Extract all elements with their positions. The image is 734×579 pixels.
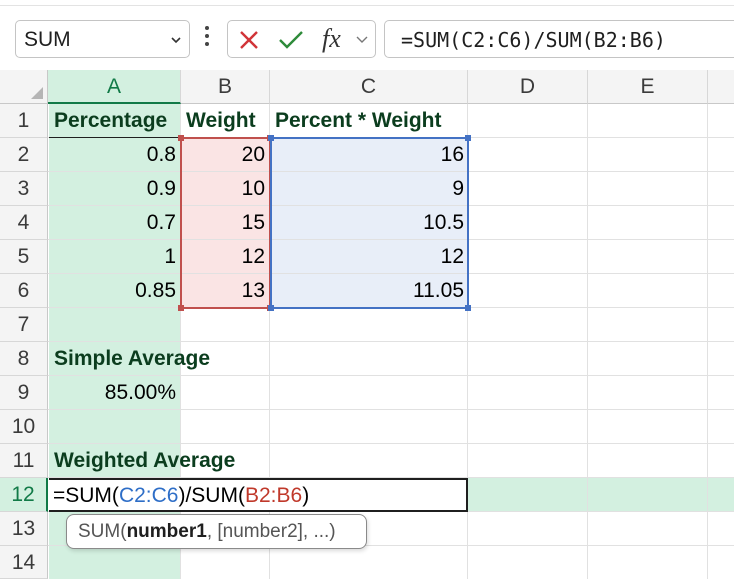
row-header-1[interactable]: 1 [0,104,48,138]
cancel-icon[interactable] [238,29,260,51]
row-header-8[interactable]: 8 [0,342,48,376]
column-header-b[interactable]: B [181,70,270,104]
enter-check-icon[interactable] [278,29,304,51]
row-header-10[interactable]: 10 [0,410,48,444]
chevron-down-icon[interactable] [171,35,181,45]
select-all-corner[interactable] [0,70,48,104]
cell-b1[interactable]: Weight [186,104,268,138]
formula-input[interactable]: =SUM(C2:C6)/SUM(B2:B6) [384,20,734,58]
name-box[interactable]: SUM [15,20,190,58]
row-header-12[interactable]: 12 [0,478,48,512]
cell-a5[interactable]: 1 [49,240,176,274]
active-cell-a12[interactable]: =SUM(C2:C6)/SUM(B2:B6) [49,478,468,512]
range-handle-c-bl[interactable] [268,305,274,311]
row12-selection-fill [468,478,734,512]
more-options-icon[interactable] [204,26,210,50]
row-header-5[interactable]: 5 [0,240,48,274]
insert-function-icon[interactable]: fx [322,24,341,54]
column-header-f[interactable] [708,70,734,104]
row-header-9[interactable]: 9 [0,376,48,410]
range-highlight-b2-b6 [180,137,271,309]
cell-a1[interactable]: Percentage [54,104,178,138]
column-header-e[interactable]: E [588,70,708,104]
cell-a9[interactable]: 85.00% [49,376,176,410]
row-header-7[interactable]: 7 [0,308,48,342]
cell-a11[interactable]: Weighted Average [54,444,235,478]
column-header-a[interactable]: A [48,70,181,104]
row-header-2[interactable]: 2 [0,138,48,172]
row-header-4[interactable]: 4 [0,206,48,240]
range-handle-b-tl[interactable] [178,135,184,141]
chevron-down-icon[interactable] [356,35,368,45]
row-header-6[interactable]: 6 [0,274,48,308]
row-header-14[interactable]: 14 [0,546,48,579]
column-header-c[interactable]: C [270,70,468,104]
range-handle-b-bl[interactable] [178,305,184,311]
row-header-13[interactable]: 13 [0,512,48,546]
range-handle-c-tl[interactable] [268,135,274,141]
formula-bar-buttons: fx [227,20,376,58]
cell-edit-formula[interactable]: =SUM(C2:C6)/SUM(B2:B6) [53,480,309,512]
range-highlight-c2-c6 [270,137,469,309]
cell-a6[interactable]: 0.85 [49,274,176,308]
cell-a2[interactable]: 0.8 [49,138,176,172]
spreadsheet-grid: A B C D E 1 2 3 4 5 6 7 8 9 10 11 12 13 … [0,70,734,579]
row-header-3[interactable]: 3 [0,172,48,206]
function-tooltip[interactable]: SUM(number1, [number2], ...) [66,514,367,549]
range-handle-c-br[interactable] [465,305,471,311]
cell-a4[interactable]: 0.7 [49,206,176,240]
cell-c1[interactable]: Percent * Weight [275,104,467,138]
range-handle-c-tr[interactable] [465,135,471,141]
window-top-edge [0,0,734,6]
cell-a3[interactable]: 0.9 [49,172,176,206]
row-header-11[interactable]: 11 [0,444,48,478]
cell-a8[interactable]: Simple Average [54,342,210,376]
name-box-value: SUM [24,28,71,51]
function-signature[interactable]: SUM(number1, [number2], ...) [78,521,336,543]
column-header-d[interactable]: D [468,70,588,104]
formula-text: =SUM(C2:C6)/SUM(B2:B6) [401,28,666,52]
